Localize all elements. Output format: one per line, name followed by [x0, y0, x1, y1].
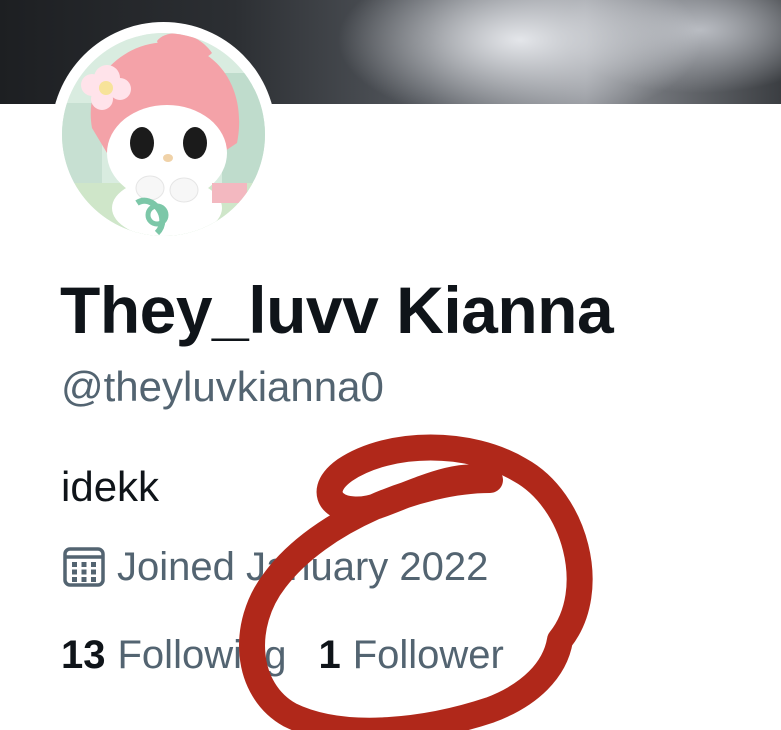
profile-bio: idekk	[61, 463, 160, 510]
profile-display-name: They_luvv Kianna	[60, 273, 614, 347]
followers-link[interactable]: 1 Follower	[318, 630, 503, 680]
followers-label: Follower	[352, 633, 504, 677]
following-count: 13	[61, 633, 106, 677]
avatar-image	[62, 33, 265, 236]
joined-date: Joined January 2022	[117, 545, 489, 589]
followers-count: 1	[318, 633, 341, 677]
follow-stats: 13 Following 1 Follower	[61, 630, 504, 680]
avatar[interactable]	[62, 33, 265, 236]
joined-date-row: Joined January 2022	[61, 542, 488, 592]
calendar-icon	[63, 547, 105, 587]
following-label: Following	[117, 633, 287, 677]
profile-handle: @theyluvkianna0	[61, 363, 384, 410]
following-link[interactable]: 13 Following	[61, 630, 286, 680]
